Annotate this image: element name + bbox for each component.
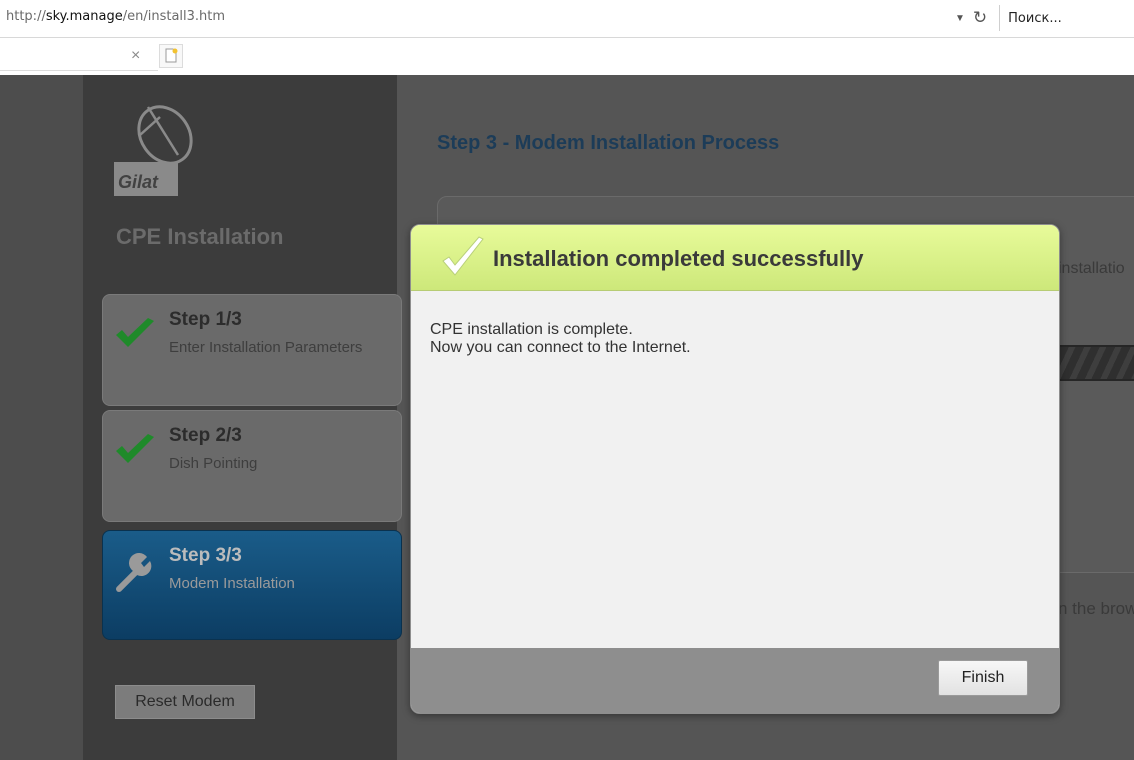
dropdown-arrow-icon[interactable]: ▼ bbox=[955, 13, 965, 24]
search-input[interactable] bbox=[1008, 6, 1129, 30]
success-dialog: Installation completed successfully CPE … bbox=[410, 224, 1060, 714]
reset-modem-button[interactable]: Reset Modem bbox=[115, 685, 255, 719]
panel-text-fragment-2: n the brow bbox=[1058, 599, 1134, 618]
checkmark-icon bbox=[116, 318, 154, 347]
tab-bar: × bbox=[0, 38, 1134, 74]
checkmark-icon bbox=[442, 236, 484, 276]
new-tab-button[interactable] bbox=[159, 44, 183, 68]
sidebar-step-2[interactable]: Step 2/3 Dish Pointing bbox=[102, 410, 402, 522]
url-host: sky.manage bbox=[45, 9, 123, 24]
step-title: Step 3/3 bbox=[169, 545, 242, 566]
address-bar-controls: ▼ ↻ bbox=[955, 5, 1129, 31]
address-bar[interactable]: http://sky.manage/en/install3.htm ▼ ↻ bbox=[0, 0, 1134, 38]
browser-tab[interactable]: × bbox=[0, 42, 158, 71]
reload-icon[interactable]: ↻ bbox=[973, 8, 987, 28]
step-subtitle: Enter Installation Parameters bbox=[169, 339, 363, 356]
dialog-header: Installation completed successfully bbox=[411, 225, 1059, 291]
sidebar-title: CPE Installation bbox=[116, 224, 284, 249]
dialog-message-line-1: CPE installation is complete. bbox=[430, 321, 633, 338]
url-text[interactable]: http://sky.manage/en/install3.htm bbox=[6, 9, 225, 24]
progress-bar bbox=[1058, 345, 1134, 381]
satellite-dish-icon bbox=[137, 105, 193, 165]
step-subtitle: Modem Installation bbox=[169, 575, 295, 592]
panel-text-fragment: installatio bbox=[1058, 260, 1125, 277]
brand-name: Gilat bbox=[118, 172, 159, 192]
sidebar-step-1[interactable]: Step 1/3 Enter Installation Parameters bbox=[102, 294, 402, 406]
brand-badge: Gilat bbox=[114, 162, 178, 196]
new-tab-icon bbox=[165, 48, 178, 63]
dialog-title: Installation completed successfully bbox=[493, 246, 864, 271]
step-title: Step 2/3 bbox=[169, 425, 242, 446]
left-gutter bbox=[0, 75, 83, 760]
url-path: /en/install3.htm bbox=[122, 9, 226, 24]
dialog-message-line-2: Now you can connect to the Internet. bbox=[430, 339, 691, 356]
page-title: Step 3 - Modem Installation Process bbox=[437, 132, 780, 154]
dialog-message: CPE installation is complete. Now you ca… bbox=[430, 321, 691, 357]
close-tab-icon[interactable]: × bbox=[131, 47, 140, 65]
wrench-icon bbox=[116, 553, 152, 592]
url-scheme: http:// bbox=[6, 9, 46, 24]
toolbar-divider bbox=[999, 5, 1001, 31]
sidebar-step-3-active[interactable]: Step 3/3 Modem Installation bbox=[102, 530, 402, 640]
step-subtitle: Dish Pointing bbox=[169, 455, 258, 472]
finish-button[interactable]: Finish bbox=[938, 660, 1028, 696]
dialog-footer: Finish bbox=[411, 648, 1059, 713]
step-title: Step 1/3 bbox=[169, 309, 242, 330]
checkmark-icon bbox=[116, 434, 154, 463]
